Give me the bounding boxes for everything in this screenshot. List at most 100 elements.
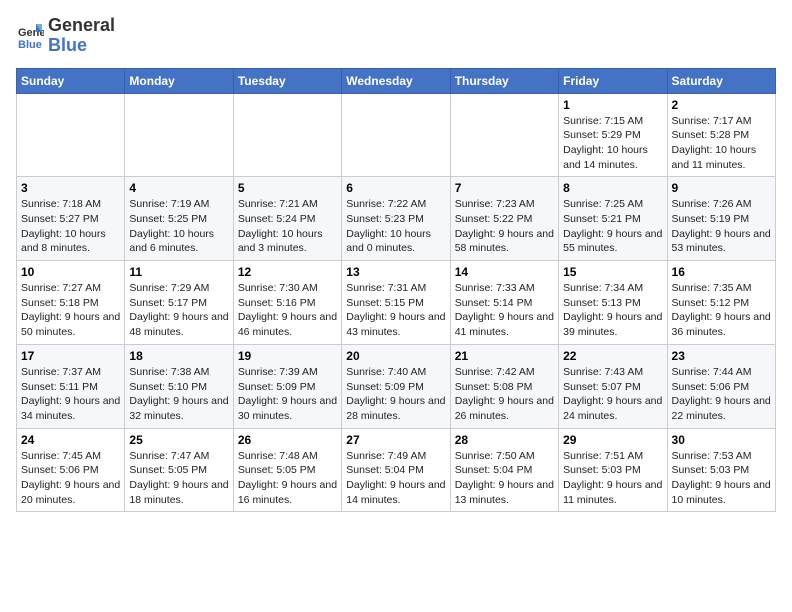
calendar-cell: 13 Sunrise: 7:31 AM Sunset: 5:15 PM Dayli… — [342, 261, 450, 345]
calendar-cell: 9 Sunrise: 7:26 AM Sunset: 5:19 PM Daylig… — [667, 177, 775, 261]
calendar-cell: 12 Sunrise: 7:30 AM Sunset: 5:16 PM Dayli… — [233, 261, 341, 345]
day-number: 9 — [672, 181, 771, 195]
calendar-cell: 2Sunrise: 7:17 AM Sunset: 5:28 PM Daylig… — [667, 93, 775, 177]
calendar-cell: 26Sunrise: 7:48 AM Sunset: 5:05 PM Dayli… — [233, 428, 341, 512]
day-info: Sunrise: 7:43 AM Sunset: 5:07 PM Dayligh… — [563, 365, 662, 424]
day-number: 15 — [563, 265, 662, 279]
calendar-cell: 8 Sunrise: 7:25 AM Sunset: 5:21 PM Daylig… — [559, 177, 667, 261]
day-info: Sunrise: 7:19 AM Sunset: 5:25 PM Dayligh… — [129, 197, 228, 256]
weekday-header: Friday — [559, 68, 667, 93]
day-info: Sunrise: 7:33 AM Sunset: 5:14 PM Dayligh… — [455, 281, 554, 340]
day-info: Sunrise: 7:21 AM Sunset: 5:24 PM Dayligh… — [238, 197, 337, 256]
logo: General Blue General Blue — [16, 16, 115, 56]
day-info: Sunrise: 7:40 AM Sunset: 5:09 PM Dayligh… — [346, 365, 445, 424]
day-info: Sunrise: 7:29 AM Sunset: 5:17 PM Dayligh… — [129, 281, 228, 340]
day-info: Sunrise: 7:45 AM Sunset: 5:06 PM Dayligh… — [21, 449, 120, 508]
calendar-cell: 21 Sunrise: 7:42 AM Sunset: 5:08 PM Dayli… — [450, 344, 558, 428]
weekday-header: Sunday — [17, 68, 125, 93]
calendar-cell: 6Sunrise: 7:22 AM Sunset: 5:23 PM Daylig… — [342, 177, 450, 261]
svg-text:Blue: Blue — [18, 39, 42, 50]
calendar-cell: 7 Sunrise: 7:23 AM Sunset: 5:22 PM Daylig… — [450, 177, 558, 261]
day-info: Sunrise: 7:53 AM Sunset: 5:03 PM Dayligh… — [672, 449, 771, 508]
logo-text: General Blue — [48, 16, 115, 56]
day-number: 21 — [455, 349, 554, 363]
weekday-header: Monday — [125, 68, 233, 93]
day-info: Sunrise: 7:47 AM Sunset: 5:05 PM Dayligh… — [129, 449, 228, 508]
day-number: 29 — [563, 433, 662, 447]
calendar-cell: 29 Sunrise: 7:51 AM Sunset: 5:03 PM Dayli… — [559, 428, 667, 512]
day-info: Sunrise: 7:18 AM Sunset: 5:27 PM Dayligh… — [21, 197, 120, 256]
day-info: Sunrise: 7:48 AM Sunset: 5:05 PM Dayligh… — [238, 449, 337, 508]
day-info: Sunrise: 7:37 AM Sunset: 5:11 PM Dayligh… — [21, 365, 120, 424]
calendar-cell: 23 Sunrise: 7:44 AM Sunset: 5:06 PM Dayli… — [667, 344, 775, 428]
logo-icon: General Blue — [16, 22, 44, 50]
calendar-cell: 1 Sunrise: 7:15 AM Sunset: 5:29 PM Daylig… — [559, 93, 667, 177]
calendar-week-row: 10Sunrise: 7:27 AM Sunset: 5:18 PM Dayli… — [17, 261, 776, 345]
day-info: Sunrise: 7:50 AM Sunset: 5:04 PM Dayligh… — [455, 449, 554, 508]
day-number: 23 — [672, 349, 771, 363]
day-number: 1 — [563, 98, 662, 112]
day-number: 25 — [129, 433, 228, 447]
day-info: Sunrise: 7:34 AM Sunset: 5:13 PM Dayligh… — [563, 281, 662, 340]
day-info: Sunrise: 7:42 AM Sunset: 5:08 PM Dayligh… — [455, 365, 554, 424]
day-number: 17 — [21, 349, 120, 363]
calendar-cell: 28Sunrise: 7:50 AM Sunset: 5:04 PM Dayli… — [450, 428, 558, 512]
calendar-cell: 18 Sunrise: 7:38 AM Sunset: 5:10 PM Dayli… — [125, 344, 233, 428]
weekday-header: Thursday — [450, 68, 558, 93]
calendar-cell — [125, 93, 233, 177]
day-info: Sunrise: 7:49 AM Sunset: 5:04 PM Dayligh… — [346, 449, 445, 508]
calendar-cell — [17, 93, 125, 177]
calendar-cell: 11Sunrise: 7:29 AM Sunset: 5:17 PM Dayli… — [125, 261, 233, 345]
calendar-table: SundayMondayTuesdayWednesdayThursdayFrid… — [16, 68, 776, 513]
day-info: Sunrise: 7:31 AM Sunset: 5:15 PM Dayligh… — [346, 281, 445, 340]
calendar-week-row: 1 Sunrise: 7:15 AM Sunset: 5:29 PM Daylig… — [17, 93, 776, 177]
day-number: 18 — [129, 349, 228, 363]
calendar-cell: 10Sunrise: 7:27 AM Sunset: 5:18 PM Dayli… — [17, 261, 125, 345]
day-number: 24 — [21, 433, 120, 447]
day-info: Sunrise: 7:25 AM Sunset: 5:21 PM Dayligh… — [563, 197, 662, 256]
weekday-header: Wednesday — [342, 68, 450, 93]
page-header: General Blue General Blue — [16, 16, 776, 56]
calendar-header-row: SundayMondayTuesdayWednesdayThursdayFrid… — [17, 68, 776, 93]
calendar-cell: 5 Sunrise: 7:21 AM Sunset: 5:24 PM Daylig… — [233, 177, 341, 261]
day-number: 5 — [238, 181, 337, 195]
calendar-cell: 20 Sunrise: 7:40 AM Sunset: 5:09 PM Dayli… — [342, 344, 450, 428]
calendar-cell: 27 Sunrise: 7:49 AM Sunset: 5:04 PM Dayli… — [342, 428, 450, 512]
calendar-week-row: 3 Sunrise: 7:18 AM Sunset: 5:27 PM Daylig… — [17, 177, 776, 261]
day-number: 16 — [672, 265, 771, 279]
day-info: Sunrise: 7:51 AM Sunset: 5:03 PM Dayligh… — [563, 449, 662, 508]
calendar-cell: 24 Sunrise: 7:45 AM Sunset: 5:06 PM Dayli… — [17, 428, 125, 512]
day-number: 20 — [346, 349, 445, 363]
day-number: 10 — [21, 265, 120, 279]
calendar-week-row: 24 Sunrise: 7:45 AM Sunset: 5:06 PM Dayli… — [17, 428, 776, 512]
day-number: 8 — [563, 181, 662, 195]
calendar-cell — [342, 93, 450, 177]
calendar-cell: 25 Sunrise: 7:47 AM Sunset: 5:05 PM Dayli… — [125, 428, 233, 512]
calendar-cell: 19Sunrise: 7:39 AM Sunset: 5:09 PM Dayli… — [233, 344, 341, 428]
calendar-cell: 30 Sunrise: 7:53 AM Sunset: 5:03 PM Dayli… — [667, 428, 775, 512]
day-number: 13 — [346, 265, 445, 279]
day-number: 7 — [455, 181, 554, 195]
day-number: 2 — [672, 98, 771, 112]
day-number: 27 — [346, 433, 445, 447]
day-info: Sunrise: 7:23 AM Sunset: 5:22 PM Dayligh… — [455, 197, 554, 256]
calendar-week-row: 17 Sunrise: 7:37 AM Sunset: 5:11 PM Dayli… — [17, 344, 776, 428]
day-info: Sunrise: 7:26 AM Sunset: 5:19 PM Dayligh… — [672, 197, 771, 256]
day-number: 4 — [129, 181, 228, 195]
day-info: Sunrise: 7:38 AM Sunset: 5:10 PM Dayligh… — [129, 365, 228, 424]
day-info: Sunrise: 7:15 AM Sunset: 5:29 PM Dayligh… — [563, 114, 662, 173]
day-number: 30 — [672, 433, 771, 447]
day-number: 12 — [238, 265, 337, 279]
calendar-cell: 3 Sunrise: 7:18 AM Sunset: 5:27 PM Daylig… — [17, 177, 125, 261]
calendar-cell: 4 Sunrise: 7:19 AM Sunset: 5:25 PM Daylig… — [125, 177, 233, 261]
weekday-header: Saturday — [667, 68, 775, 93]
day-number: 3 — [21, 181, 120, 195]
day-info: Sunrise: 7:39 AM Sunset: 5:09 PM Dayligh… — [238, 365, 337, 424]
day-info: Sunrise: 7:44 AM Sunset: 5:06 PM Dayligh… — [672, 365, 771, 424]
day-info: Sunrise: 7:22 AM Sunset: 5:23 PM Dayligh… — [346, 197, 445, 256]
calendar-cell: 22 Sunrise: 7:43 AM Sunset: 5:07 PM Dayli… — [559, 344, 667, 428]
day-number: 22 — [563, 349, 662, 363]
day-number: 14 — [455, 265, 554, 279]
calendar-cell — [233, 93, 341, 177]
day-info: Sunrise: 7:30 AM Sunset: 5:16 PM Dayligh… — [238, 281, 337, 340]
